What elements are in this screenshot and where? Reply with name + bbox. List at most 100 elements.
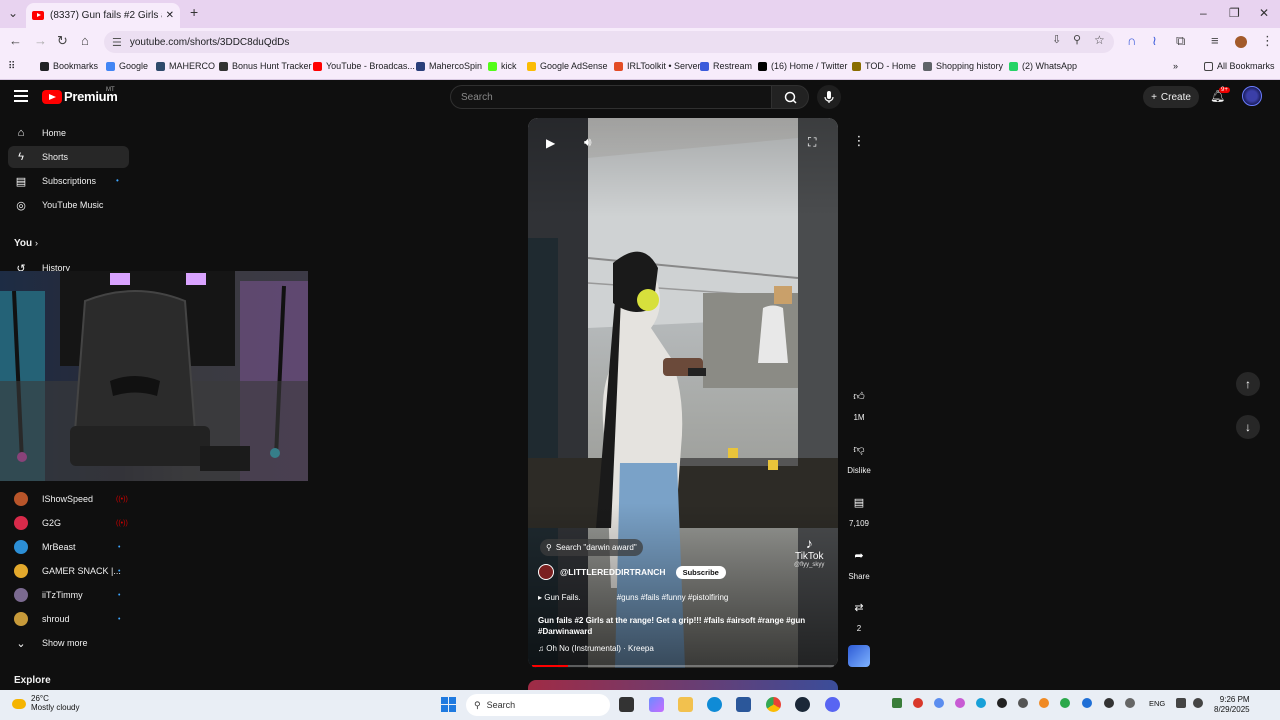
chrome-menu-icon[interactable]: ⋮ <box>1261 33 1274 49</box>
tray-chat-icon[interactable] <box>934 698 944 708</box>
tray-steam-icon[interactable] <box>1125 698 1135 708</box>
tray-app-icon[interactable] <box>892 698 902 708</box>
bookmark-item[interactable]: Bookmarks <box>40 61 98 71</box>
channel-avatar[interactable] <box>538 564 554 580</box>
browser-tab[interactable]: (8337) Gun fails #2 Girls at the ✕ <box>26 3 180 28</box>
next-short-preview[interactable] <box>528 680 838 690</box>
all-bookmarks[interactable]: All Bookmarks <box>1204 61 1275 71</box>
tray-security-icon[interactable] <box>1060 698 1070 708</box>
sidebar-item-home[interactable]: ⌂ Home <box>8 122 129 144</box>
edge-icon[interactable] <box>707 697 722 712</box>
address-bar[interactable]: ☰ youtube.com/shorts/3DDC8duQdDs <box>104 31 1114 53</box>
bookmark-star-icon[interactable]: ☆ <box>1094 33 1105 47</box>
close-window-icon[interactable]: ✕ <box>1259 6 1269 20</box>
fullscreen-icon[interactable]: ⛶ <box>808 135 816 150</box>
you-section-link[interactable]: You › <box>14 238 38 249</box>
language-indicator[interactable]: ENG <box>1149 699 1165 708</box>
site-info-icon[interactable]: ☰ <box>112 36 122 49</box>
comments-button[interactable]: ▤ 7,109 <box>843 491 875 529</box>
bookmark-item[interactable]: MAHERCO <box>156 61 215 71</box>
extensions-icon[interactable]: ⧉ <box>1176 33 1185 49</box>
bookmark-item[interactable]: IRLToolkit • Server <box>614 61 701 71</box>
copilot-icon[interactable] <box>649 697 664 712</box>
sidebar-channel[interactable]: MrBeast • <box>8 537 129 557</box>
tab-close-icon[interactable]: ✕ <box>166 10 174 21</box>
progress-bar[interactable] <box>532 665 834 667</box>
sidebar-item-shorts[interactable]: ϟ Shorts <box>8 146 129 168</box>
tray-record-icon[interactable] <box>913 698 923 708</box>
volume-icon[interactable] <box>1193 698 1203 708</box>
extension-arc-icon[interactable]: ∩ <box>1127 33 1136 48</box>
search-input[interactable]: Search <box>450 85 772 109</box>
hashtags[interactable]: #guns #fails #funny #pistolfiring <box>617 593 729 602</box>
subscribe-button[interactable]: Subscribe <box>675 565 726 579</box>
bookmarks-overflow-icon[interactable]: » <box>1173 61 1178 71</box>
back-icon[interactable]: ← <box>9 33 22 48</box>
bookmark-item[interactable]: YouTube - Broadcas... <box>313 61 415 71</box>
tab-search-icon[interactable]: ⌄ <box>8 6 18 20</box>
related-search-chip[interactable]: ⚲ Search "darwin award" <box>540 539 643 556</box>
start-button[interactable] <box>441 697 456 712</box>
share-button[interactable]: ➦ Share <box>843 544 875 582</box>
sidebar-item-subscriptions[interactable]: ▤ Subscriptions <box>8 170 129 192</box>
volume-icon[interactable]: 🔊︎ <box>584 135 592 150</box>
sidebar-channel[interactable]: iiTzTimmy • <box>8 585 129 605</box>
new-tab-icon[interactable]: + <box>190 4 198 20</box>
tray-device-icon[interactable] <box>1104 698 1114 708</box>
sidebar-channel[interactable]: IShowSpeed ((•)) <box>8 489 129 509</box>
bookmark-item[interactable]: Shopping history <box>923 61 1003 71</box>
remix-button[interactable]: ⇄ 2 <box>843 596 875 634</box>
extension-wave-icon[interactable]: ≀ <box>1152 33 1157 49</box>
reload-icon[interactable]: ↻ <box>57 33 68 49</box>
apps-icon[interactable]: ⠿ <box>8 61 15 72</box>
weather-widget[interactable]: 26°C Mostly cloudy <box>12 694 79 713</box>
sidebar-channel[interactable]: G2G ((•)) <box>8 513 129 533</box>
show-more-button[interactable]: ⌄ Show more <box>8 632 129 654</box>
bookmark-item[interactable]: Restream <box>700 61 752 71</box>
sidebar-item-youtube-music[interactable]: ◎ YouTube Music <box>8 194 129 216</box>
play-icon[interactable]: ▶ <box>546 136 555 150</box>
more-options-icon[interactable]: ⋮ <box>849 133 869 153</box>
clock[interactable]: 9:26 PM 8/29/2025 <box>1214 695 1250 716</box>
discord-icon[interactable] <box>825 697 840 712</box>
steam-icon[interactable] <box>795 697 810 712</box>
previous-short-button[interactable]: ↑ <box>1236 372 1260 396</box>
create-button[interactable]: + Create <box>1143 86 1199 108</box>
menu-icon[interactable] <box>14 90 28 102</box>
tray-gpu-icon[interactable] <box>1039 698 1049 708</box>
bookmark-item[interactable]: Google AdSense <box>527 61 608 71</box>
bookmark-item[interactable]: TOD - Home <box>852 61 916 71</box>
network-icon[interactable] <box>1176 698 1186 708</box>
taskbar-search[interactable]: ⚲ Search <box>466 694 610 716</box>
account-avatar[interactable] <box>1242 86 1262 106</box>
tab-menu-icon[interactable]: ≡ <box>1211 33 1219 48</box>
bluetooth-icon[interactable] <box>1082 698 1092 708</box>
zoom-icon[interactable]: ⚲ <box>1073 33 1081 46</box>
like-button[interactable]: 👍︎ 1M <box>843 385 875 423</box>
bookmark-item[interactable]: (2) WhatsApp <box>1009 61 1077 71</box>
tray-usb-icon[interactable] <box>1018 698 1028 708</box>
bookmark-item[interactable]: (16) Home / Twitter <box>758 61 847 71</box>
dislike-button[interactable]: 👎︎ Dislike <box>843 438 875 476</box>
bookmark-item[interactable]: MahercoSpin <box>416 61 482 71</box>
chrome-icon[interactable] <box>766 697 781 712</box>
sound-link[interactable]: ♫ Oh No (Instrumental) · Kreepa <box>538 644 654 653</box>
next-short-button[interactable]: ↓ <box>1236 415 1260 439</box>
bookmark-item[interactable]: kick <box>488 61 517 71</box>
maximize-icon[interactable]: ❐ <box>1229 6 1240 20</box>
sound-thumbnail[interactable] <box>848 645 870 667</box>
sidebar-channel[interactable]: shroud • <box>8 609 129 629</box>
bookmark-item[interactable]: Bonus Hunt Tracker <box>219 61 312 71</box>
voice-search-button[interactable] <box>817 85 841 109</box>
sidebar-channel[interactable]: GAMER SNACK |... • <box>8 561 129 581</box>
channel-name[interactable]: @LITTLEREDDIRTRANCH <box>560 567 666 577</box>
task-view-icon[interactable] <box>619 697 634 712</box>
bookmark-item[interactable]: Google <box>106 61 148 71</box>
install-icon[interactable]: ⇩ <box>1052 33 1061 46</box>
file-explorer-icon[interactable] <box>678 697 693 712</box>
playlist-link[interactable]: ▸ Gun Fails. <box>538 593 581 602</box>
tray-cloud-icon[interactable] <box>976 698 986 708</box>
store-icon[interactable] <box>736 697 751 712</box>
tray-stream-icon[interactable] <box>955 698 965 708</box>
home-browser-icon[interactable]: ⌂ <box>81 33 89 48</box>
